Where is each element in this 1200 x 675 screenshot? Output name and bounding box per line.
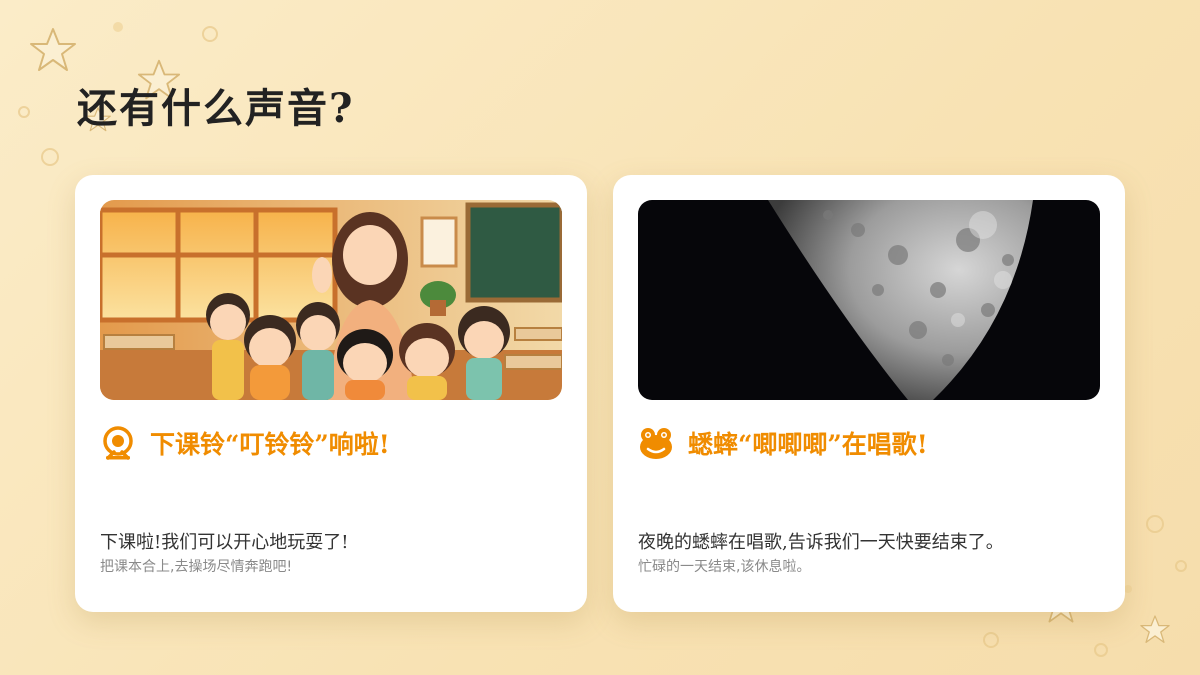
card-school-bell: 下课铃“叮铃铃”响啦! 下课啦!我们可以开心地玩耍了! 把课本合上,去操场尽情奔… xyxy=(75,175,587,612)
card-subtext: 把课本合上,去操场尽情奔跑吧! xyxy=(100,559,293,575)
circle-decoration xyxy=(202,26,218,42)
card-description: 下课啦!我们可以开心地玩耍了! xyxy=(100,532,349,553)
card-heading: 蟋蟀“唧唧唧”在唱歌! xyxy=(638,425,928,461)
star-decoration-icon xyxy=(30,28,76,71)
dot-decoration xyxy=(1124,585,1132,593)
card-description: 夜晚的蟋蟀在唱歌,告诉我们一天快要结束了。 xyxy=(638,532,1004,553)
page-title: 还有什么声音? xyxy=(77,85,355,132)
classroom-illustration xyxy=(100,200,562,400)
circle-decoration xyxy=(18,106,30,118)
frog-icon xyxy=(640,428,672,459)
card-cricket: 蟋蟀“唧唧唧”在唱歌! 夜晚的蟋蟀在唱歌,告诉我们一天快要结束了。 忙碌的一天结… xyxy=(613,175,1125,612)
circle-decoration xyxy=(1094,643,1108,657)
bell-icon xyxy=(103,426,133,460)
moon-photo xyxy=(638,200,1100,400)
card-heading-text: 下课铃“叮铃铃”响啦! xyxy=(150,430,390,459)
dot-decoration xyxy=(113,22,123,32)
circle-decoration xyxy=(41,148,59,166)
card-heading: 下课铃“叮铃铃”响啦! xyxy=(100,425,390,461)
card-subtext: 忙碌的一天结束,该休息啦。 xyxy=(638,559,811,575)
circle-decoration xyxy=(983,632,999,648)
card-heading-text: 蟋蟀“唧唧唧”在唱歌! xyxy=(688,430,928,459)
star-decoration-icon xyxy=(1140,615,1170,643)
circle-decoration xyxy=(1175,560,1187,572)
circle-decoration xyxy=(1146,515,1164,533)
